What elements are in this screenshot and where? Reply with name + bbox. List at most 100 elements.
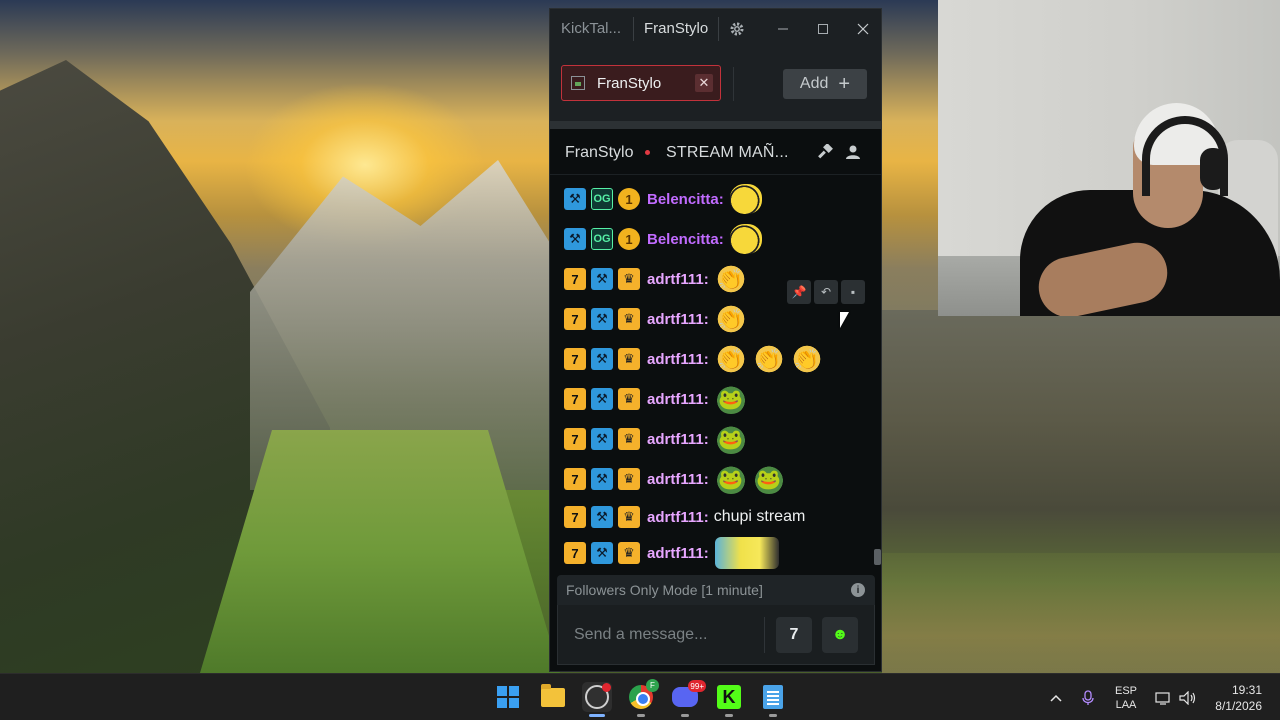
chrome-profile-badge: F [646,679,659,692]
chat-message[interactable]: 7 ⚒ ♛ adrtf111: 🐸 🐸 [564,461,864,497]
mod-badge-icon: ⚒ [591,542,613,564]
chat-username[interactable]: adrtf111: [647,351,709,368]
chat-message[interactable]: 7 ⚒ ♛ adrtf111: 🐸 [564,421,864,457]
window-channel-title: FranStylo [644,20,709,37]
clap-emote-icon[interactable]: 👏 [752,344,785,374]
chat-message[interactable]: ⚒ OG 1 Belencitta: [564,221,864,257]
pepe-emote-icon[interactable]: 🐸 [752,464,785,494]
chat-message[interactable]: 7 ⚒ ♛ adrtf111: chupi stream [564,499,864,535]
clap-emote-icon[interactable]: 👏 [790,344,823,374]
maximize-button[interactable] [809,15,837,43]
system-clock[interactable]: 19:31 8/1/2026 [1206,674,1262,720]
minion-emote-icon[interactable] [714,537,779,569]
wallpaper-cliff [882,310,1280,673]
clap-emote-icon[interactable]: 👏 [714,344,747,374]
mod-hammer-icon[interactable] [814,141,836,163]
tab-franstylo[interactable]: FranStylo ✕ [561,65,721,101]
mod-badge-icon: ⚒ [564,188,586,210]
window-titlebar[interactable]: KickTal... FranStylo [550,9,881,49]
bee-emote-icon[interactable] [729,224,762,254]
broken-image-icon [571,76,585,90]
delete-icon[interactable]: ▪ [841,280,865,304]
network-icon[interactable] [1152,674,1174,720]
mod-badge-icon: ⚒ [591,468,613,490]
reply-icon[interactable]: ↶ [814,280,838,304]
vip-badge-icon: ♛ [618,468,640,490]
chat-username[interactable]: adrtf111: [647,311,709,328]
message-hover-actions: 📌 ↶ ▪ [787,280,865,304]
vip-badge-icon: ♛ [618,268,640,290]
chat-message[interactable]: 7 ⚒ ♛ adrtf111: [564,535,864,571]
chat-message[interactable]: ⚒ OG 1 Belencitta: [564,181,864,217]
seventv-emote-icon[interactable]: 7 [776,617,812,653]
chat-username[interactable]: adrtf111: [647,509,709,526]
clap-emote-icon[interactable]: 👏 [714,264,747,294]
kick-badge-icon: 7 [564,428,586,450]
bee-emote-icon[interactable] [729,184,762,214]
message-input[interactable]: Send a message... [574,626,707,644]
file-explorer-icon[interactable] [538,682,568,712]
channel-name[interactable]: FranStylo [565,144,633,162]
language-indicator[interactable]: ESP LAA [1108,674,1144,720]
clock-time: 19:31 [1231,682,1262,697]
vip-badge-icon: ♛ [618,308,640,330]
pepe-emote-icon[interactable]: 🐸 [714,384,747,414]
og-badge-icon: OG [591,228,613,250]
kick-badge-icon: 7 [564,542,586,564]
chat-username[interactable]: adrtf111: [647,545,709,562]
sub-badge-icon: 1 [618,228,640,250]
notepad-icon[interactable] [758,682,788,717]
pepe-emote-icon[interactable]: 🐸 [714,424,747,454]
info-icon[interactable]: i [851,583,865,597]
close-tab-icon[interactable]: ✕ [695,74,713,92]
mod-badge-icon: ⚒ [564,228,586,250]
kick-emote-picker-icon[interactable]: ☻ [822,617,858,653]
chat-app-window: KickTal... FranStylo FranStylo ✕ Add + F [549,8,882,672]
mod-badge-icon: ⚒ [591,388,613,410]
minimize-button[interactable] [769,15,797,43]
pepe-emote-icon[interactable]: 🐸 [714,464,747,494]
clock-date: 8/1/2026 [1215,698,1262,713]
message-composer: Send a message... 7 ☻ [557,605,875,665]
sub-badge-icon: 1 [618,188,640,210]
obs-icon[interactable] [582,682,612,717]
close-window-button[interactable] [849,15,877,43]
chat-username[interactable]: adrtf111: [647,431,709,448]
followers-only-banner: Followers Only Mode [1 minute] i [557,575,875,605]
vip-badge-icon: ♛ [618,388,640,410]
chat-scrollbar-thumb[interactable] [874,549,881,565]
chat-message[interactable]: 7 ⚒ ♛ adrtf111: 🐸 [564,381,864,417]
discord-notification-badge: 99+ [688,680,706,692]
followers-mode-text: Followers Only Mode [1 minute] [566,582,763,598]
start-icon[interactable] [493,682,523,712]
og-badge-icon: OG [591,188,613,210]
volume-icon[interactable] [1177,674,1199,720]
kick-badge-icon: 7 [564,308,586,330]
user-icon[interactable] [842,141,864,163]
clap-emote-icon[interactable]: 👏 [714,304,747,334]
chat-message[interactable]: 7 ⚒ ♛ adrtf111: 👏 👏 👏 [564,341,864,377]
chat-username[interactable]: Belencitta: [647,231,724,248]
mod-badge-icon: ⚒ [591,268,613,290]
pin-icon[interactable]: 📌 [787,280,811,304]
add-channel-button[interactable]: Add + [783,69,867,99]
chat-username[interactable]: adrtf111: [647,391,709,408]
plus-icon: + [838,73,851,95]
chat-username[interactable]: Belencitta: [647,191,724,208]
discord-icon[interactable]: 99+ [670,680,706,717]
chrome-icon[interactable]: F [626,679,659,717]
settings-gear-icon[interactable] [723,15,751,43]
kick-badge-icon: 7 [564,268,586,290]
kick-badge-icon: 7 [564,348,586,370]
chat-username[interactable]: adrtf111: [647,271,709,288]
add-button-label: Add [799,75,829,92]
mod-badge-icon: ⚒ [591,348,613,370]
chevron-up-icon[interactable] [1046,674,1066,720]
mouse-cursor [840,312,849,328]
chat-username[interactable]: adrtf111: [647,471,709,488]
kick-icon[interactable]: K [714,682,744,717]
vip-badge-icon: ♛ [618,506,640,528]
chat-message-list[interactable]: ⚒ OG 1 Belencitta: ⚒ OG 1 Belencitta: 7 ⚒ ♛ adrtf11… [550,175,881,571]
chat-message[interactable]: 7 ⚒ ♛ adrtf111: 👏 [564,301,864,337]
microphone-icon[interactable] [1078,674,1098,720]
